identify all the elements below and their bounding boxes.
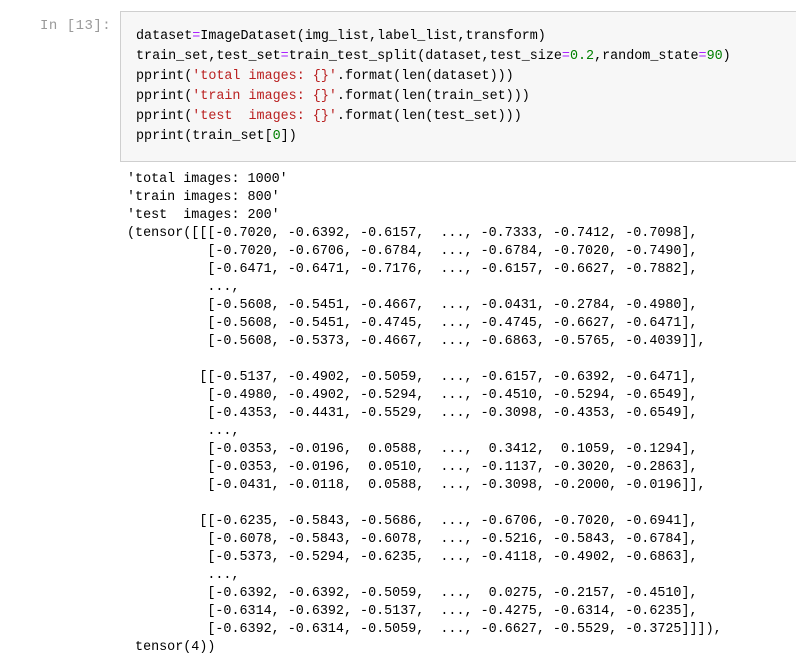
- code-token: 'train images: {}': [192, 89, 337, 104]
- code-token: .format(len(dataset))): [336, 69, 514, 84]
- code-token: =: [561, 49, 570, 64]
- output-line: [-0.0353, -0.0196, 0.0588, ..., 0.3412, …: [127, 442, 698, 457]
- code-token: pprint(train_set[: [136, 129, 273, 144]
- input-prompt: In [13]:: [40, 18, 112, 34]
- output-line: [-0.4980, -0.4902, -0.5294, ..., -0.4510…: [127, 388, 698, 403]
- output-line: (tensor([[[-0.7020, -0.6392, -0.6157, ..…: [127, 226, 698, 241]
- code-token: train_set,test_set: [136, 49, 281, 64]
- code-token: ): [722, 49, 731, 64]
- code-token: train_test_split(dataset,test_size: [288, 49, 562, 64]
- output-line: [-0.4353, -0.4431, -0.5529, ..., -0.3098…: [127, 406, 698, 421]
- code-editor[interactable]: dataset = ImageDataset(img_list,label_list…: [136, 27, 731, 147]
- code-line: pprint('train images: {}'.format(len(tra…: [136, 87, 731, 107]
- output-line: [-0.5608, -0.5373, -0.4667, ..., -0.6863…: [127, 334, 706, 349]
- output-line: [-0.0431, -0.0118, 0.0588, ..., -0.3098,…: [127, 478, 706, 493]
- output-line: [[-0.5137, -0.4902, -0.5059, ..., -0.615…: [127, 370, 698, 385]
- output-line: [-0.5373, -0.5294, -0.6235, ..., -0.4118…: [127, 550, 698, 565]
- output-line: [[-0.6235, -0.5843, -0.5686, ..., -0.670…: [127, 514, 698, 529]
- code-token: .format(len(train_set))): [336, 89, 530, 104]
- output-line: [-0.5608, -0.5451, -0.4745, ..., -0.4745…: [127, 316, 698, 331]
- output-line: [-0.6392, -0.6392, -0.5059, ..., 0.0275,…: [127, 586, 698, 601]
- code-line: pprint(train_set[0]): [136, 127, 731, 147]
- code-token: ,random_state: [594, 49, 699, 64]
- output-line: 'total images: 1000': [127, 172, 288, 187]
- code-line: train_set,test_set=train_test_split(data…: [136, 47, 731, 67]
- output-line: [-0.7020, -0.6706, -0.6784, ..., -0.6784…: [127, 244, 698, 259]
- code-line: pprint('total images: {}'.format(len(dat…: [136, 67, 731, 87]
- code-token: 0: [272, 129, 281, 144]
- output-line: [-0.6314, -0.6392, -0.5137, ..., -0.4275…: [127, 604, 698, 619]
- code-input-area[interactable]: dataset = ImageDataset(img_list,label_list…: [120, 11, 796, 162]
- code-token: =: [698, 49, 707, 64]
- code-token: =: [280, 49, 289, 64]
- code-token: ]): [280, 129, 297, 144]
- cell-output: 'total images: 1000' 'train images: 800' '…: [127, 171, 722, 657]
- output-line: 'test images: 200': [127, 208, 280, 223]
- output-line: [-0.6078, -0.5843, -0.6078, ..., -0.5216…: [127, 532, 698, 547]
- output-line: tensor(4)): [127, 640, 216, 655]
- code-token: ImageDataset(img_list,label_list,transfo…: [200, 29, 546, 44]
- output-line: ...,: [127, 424, 240, 439]
- code-line: dataset=ImageDataset(img_list,label_list…: [136, 27, 731, 47]
- code-token: pprint(: [136, 89, 193, 104]
- code-token: dataset: [136, 29, 193, 44]
- output-line: 'train images: 800': [127, 190, 280, 205]
- output-line: [-0.0353, -0.0196, 0.0510, ..., -0.1137,…: [127, 460, 698, 475]
- code-token: pprint(: [136, 69, 193, 84]
- code-line: pprint('test images: {}'.format(len(test…: [136, 107, 731, 127]
- output-line: [-0.6471, -0.6471, -0.7176, ..., -0.6157…: [127, 262, 698, 277]
- code-token: 0.2: [569, 49, 595, 64]
- code-token: .format(len(test_set))): [336, 109, 522, 124]
- code-token: pprint(: [136, 109, 193, 124]
- output-line: [-0.5608, -0.5451, -0.4667, ..., -0.0431…: [127, 298, 698, 313]
- code-token: 'test images: {}': [192, 109, 337, 124]
- output-line: ...,: [127, 568, 240, 583]
- code-token: 90: [706, 49, 723, 64]
- code-token: 'total images: {}': [192, 69, 337, 84]
- output-line: [-0.6392, -0.6314, -0.5059, ..., -0.6627…: [127, 622, 722, 637]
- output-line: ...,: [127, 280, 240, 295]
